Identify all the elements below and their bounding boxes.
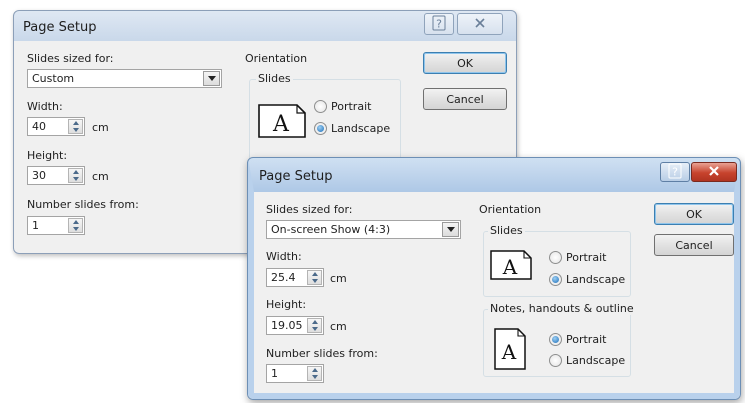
spin-up-icon[interactable] [308, 271, 321, 277]
spin-down-icon[interactable] [69, 176, 82, 182]
height-unit: cm [92, 170, 109, 183]
slides-orientation-group: Slides A [483, 224, 631, 297]
spin-down-icon[interactable] [308, 278, 321, 284]
portrait-page-icon: A [494, 328, 526, 370]
ok-button[interactable]: OK [654, 203, 734, 225]
orientation-label: Orientation [479, 203, 542, 216]
slides-sized-for-value: Custom [32, 72, 75, 85]
slides-landscape-radio[interactable] [549, 273, 562, 286]
width-label: Width: [27, 100, 63, 113]
width-label: Width: [266, 250, 302, 263]
dialog-title: Page Setup [23, 20, 97, 35]
height-label: Height: [266, 298, 307, 311]
spin-down-icon[interactable] [308, 326, 321, 332]
svg-text:A: A [272, 112, 290, 137]
number-slides-from-label: Number slides from: [266, 347, 378, 360]
landscape-page-icon: A [258, 104, 306, 138]
close-button[interactable] [691, 162, 737, 182]
spin-up-icon[interactable] [69, 219, 82, 225]
help-icon: ? [432, 15, 446, 34]
svg-text:?: ? [672, 165, 678, 178]
slides-sized-for-label: Slides sized for: [27, 52, 114, 65]
notes-portrait-label[interactable]: Portrait [566, 333, 606, 346]
notes-group-label: Notes, handouts & outline [488, 302, 636, 315]
spin-down-icon[interactable] [308, 374, 321, 380]
cancel-button[interactable]: Cancel [423, 88, 507, 110]
spin-up-icon[interactable] [69, 120, 82, 126]
help-button[interactable]: ? [660, 162, 690, 182]
slides-group-label: Slides [488, 224, 525, 237]
dialog-title: Page Setup [259, 169, 333, 184]
height-value: 19.05 [271, 319, 303, 332]
slides-group-label: Slides [256, 72, 293, 85]
height-value: 30 [32, 169, 46, 182]
slides-sized-for-select[interactable]: Custom [27, 69, 222, 88]
svg-text:?: ? [436, 17, 442, 30]
slides-sized-for-select[interactable]: On-screen Show (4:3) [266, 220, 461, 239]
number-slides-spinner[interactable]: 1 [266, 364, 324, 383]
number-slides-from-label: Number slides from: [27, 198, 139, 211]
notes-landscape-radio[interactable] [549, 354, 562, 367]
cancel-button[interactable]: Cancel [654, 234, 734, 256]
spin-up-icon[interactable] [308, 319, 321, 325]
page-setup-dialog-foreground: Page Setup ? Slides sized for: On-screen… [247, 157, 741, 400]
slides-portrait-label[interactable]: Portrait [331, 100, 371, 113]
spin-up-icon[interactable] [69, 169, 82, 175]
dropdown-button[interactable] [203, 71, 220, 86]
slides-portrait-radio[interactable] [549, 251, 562, 264]
notes-landscape-label[interactable]: Landscape [566, 354, 625, 367]
help-icon: ? [668, 163, 682, 182]
orientation-label: Orientation [245, 52, 308, 65]
height-label: Height: [27, 149, 68, 162]
help-button[interactable]: ? [424, 13, 454, 35]
width-spinner[interactable]: 40 [27, 117, 85, 136]
notes-portrait-radio[interactable] [549, 333, 562, 346]
dropdown-button[interactable] [442, 222, 459, 237]
svg-text:A: A [501, 340, 517, 364]
slides-landscape-radio[interactable] [314, 122, 327, 135]
slides-landscape-label[interactable]: Landscape [566, 273, 625, 286]
close-icon [708, 165, 720, 180]
spin-down-icon[interactable] [69, 226, 82, 232]
height-spinner[interactable]: 19.05 [266, 316, 324, 335]
width-unit: cm [92, 121, 109, 134]
number-slides-value: 1 [32, 219, 39, 232]
close-icon [474, 17, 486, 32]
slides-portrait-label[interactable]: Portrait [566, 251, 606, 264]
height-spinner[interactable]: 30 [27, 166, 85, 185]
spin-up-icon[interactable] [308, 367, 321, 373]
slides-orientation-group: Slides A [249, 72, 401, 163]
slides-portrait-radio[interactable] [314, 100, 327, 113]
close-button[interactable] [457, 13, 503, 35]
width-unit: cm [330, 272, 347, 285]
ok-button[interactable]: OK [423, 52, 507, 74]
chevron-down-icon [446, 227, 455, 232]
number-slides-value: 1 [271, 367, 278, 380]
number-slides-spinner[interactable]: 1 [27, 216, 85, 235]
slides-sized-for-value: On-screen Show (4:3) [271, 223, 391, 236]
height-unit: cm [330, 320, 347, 333]
width-spinner[interactable]: 25.4 [266, 268, 324, 287]
slides-sized-for-label: Slides sized for: [266, 203, 353, 216]
slides-landscape-label[interactable]: Landscape [331, 122, 390, 135]
width-value: 25.4 [271, 271, 296, 284]
spin-down-icon[interactable] [69, 127, 82, 133]
landscape-page-icon: A [490, 250, 532, 280]
chevron-down-icon [207, 76, 216, 81]
width-value: 40 [32, 120, 46, 133]
svg-text:A: A [502, 255, 518, 279]
